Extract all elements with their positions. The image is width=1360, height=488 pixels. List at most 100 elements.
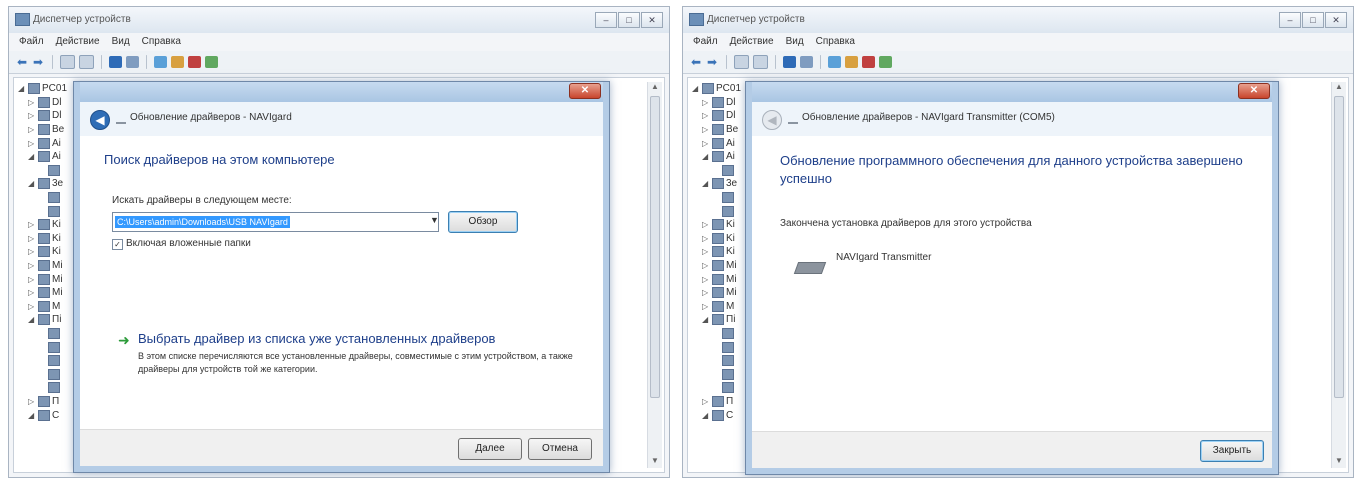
scroll-down-icon[interactable]: ▼ (1332, 456, 1346, 468)
expand-icon[interactable]: ▷ (702, 125, 710, 134)
expand-icon[interactable]: ▷ (702, 220, 710, 229)
expand-icon[interactable]: ▷ (702, 247, 710, 256)
collapse-icon[interactable]: ◢ (702, 315, 710, 324)
include-subfolders-checkbox[interactable]: ✓ (112, 239, 123, 250)
pick-driver-link[interactable]: Выбрать драйвер из списка уже установлен… (138, 331, 495, 346)
next-button[interactable]: Далее (458, 438, 522, 460)
device-category-icon (712, 246, 724, 258)
back-arrow-icon[interactable]: ⬅ (17, 56, 29, 68)
back-button[interactable]: ◀ (762, 110, 782, 130)
forward-arrow-icon[interactable]: ➡ (707, 56, 719, 68)
menu-file[interactable]: Файл (693, 33, 718, 51)
expand-icon[interactable]: ▷ (702, 234, 710, 243)
vertical-scrollbar[interactable]: ▲ ▼ (647, 82, 662, 468)
toolbar-separator (726, 55, 727, 69)
menu-view[interactable]: Вид (112, 33, 130, 51)
cancel-button[interactable]: Отмена (528, 438, 592, 460)
driver-path-input[interactable]: C:\Users\admin\Downloads\USB NAVIgard (112, 212, 439, 232)
console-tree-icon[interactable] (79, 55, 94, 69)
collapse-icon[interactable]: ◢ (18, 84, 26, 93)
dialog-title: Обновление драйверов - NAVIgard (130, 112, 292, 123)
collapse-icon[interactable]: ◢ (692, 84, 700, 93)
help-icon[interactable] (783, 56, 796, 68)
scroll-thumb[interactable] (650, 96, 660, 398)
expand-icon[interactable]: ▷ (702, 261, 710, 270)
uninstall-icon[interactable] (188, 56, 201, 68)
expand-icon[interactable]: ▷ (28, 275, 36, 284)
minimize-button[interactable]: – (1279, 12, 1301, 28)
collapse-icon[interactable]: ◢ (28, 179, 36, 188)
expand-icon[interactable]: ▷ (702, 139, 710, 148)
view-icon[interactable] (800, 56, 813, 68)
device-category-icon (712, 409, 724, 421)
help-icon[interactable] (109, 56, 122, 68)
expand-icon[interactable]: ▷ (28, 220, 36, 229)
scan-hardware-icon[interactable] (828, 56, 841, 68)
dialog-body: Поиск драйверов на этом компьютере Искат… (80, 136, 603, 466)
forward-arrow-icon[interactable]: ➡ (33, 56, 45, 68)
expand-icon[interactable]: ▷ (28, 98, 36, 107)
back-arrow-icon[interactable]: ⬅ (691, 56, 703, 68)
menu-action[interactable]: Действие (56, 33, 100, 51)
expand-icon[interactable]: ▷ (28, 125, 36, 134)
expand-icon[interactable]: ▷ (702, 98, 710, 107)
minimize-button[interactable]: – (595, 12, 617, 28)
update-driver-icon[interactable] (845, 56, 858, 68)
close-window-button[interactable]: ✕ (1325, 12, 1347, 28)
device-category-icon (712, 178, 724, 190)
chevron-down-icon[interactable]: ▼ (430, 215, 439, 225)
enable-device-icon[interactable] (205, 56, 218, 68)
dialog-close-button[interactable]: ✕ (569, 83, 601, 99)
expand-icon[interactable]: ▷ (28, 302, 36, 311)
console-tree-icon[interactable] (753, 55, 768, 69)
menu-help[interactable]: Справка (142, 33, 181, 51)
expand-icon[interactable]: ▷ (28, 139, 36, 148)
properties-icon[interactable] (734, 55, 749, 69)
menu-help[interactable]: Справка (816, 33, 855, 51)
close-button[interactable]: Закрыть (1200, 440, 1264, 462)
maximize-button[interactable]: □ (1302, 12, 1324, 28)
device-icon (722, 368, 734, 380)
back-button[interactable]: ◀ (90, 110, 110, 130)
scan-hardware-icon[interactable] (154, 56, 167, 68)
menu-file[interactable]: Файл (19, 33, 44, 51)
device-category-icon (712, 260, 724, 272)
expand-icon[interactable]: ▷ (702, 302, 710, 311)
device-category-icon (712, 232, 724, 244)
update-driver-icon[interactable] (171, 56, 184, 68)
expand-icon[interactable]: ▷ (28, 111, 36, 120)
menu-view[interactable]: Вид (786, 33, 804, 51)
expand-icon[interactable]: ▷ (702, 397, 710, 406)
close-window-button[interactable]: ✕ (641, 12, 663, 28)
device-category-icon (38, 151, 50, 163)
enable-device-icon[interactable] (879, 56, 892, 68)
menu-action[interactable]: Действие (730, 33, 774, 51)
collapse-icon[interactable]: ◢ (702, 152, 710, 161)
expand-icon[interactable]: ▷ (702, 288, 710, 297)
expand-icon[interactable]: ▷ (702, 275, 710, 284)
collapse-icon[interactable]: ◢ (28, 411, 36, 420)
scroll-thumb[interactable] (1334, 96, 1344, 398)
vertical-scrollbar[interactable]: ▲ ▼ (1331, 82, 1346, 468)
expand-icon[interactable]: ▷ (702, 111, 710, 120)
properties-icon[interactable] (60, 55, 75, 69)
expand-icon[interactable]: ▷ (28, 288, 36, 297)
window-title: Диспетчер устройств (707, 14, 805, 25)
collapse-icon[interactable]: ◢ (702, 411, 710, 420)
collapse-icon[interactable]: ◢ (28, 315, 36, 324)
maximize-button[interactable]: □ (618, 12, 640, 28)
view-icon[interactable] (126, 56, 139, 68)
dialog-footer: Закрыть (752, 431, 1272, 468)
browse-button[interactable]: Обзор (448, 211, 518, 233)
uninstall-icon[interactable] (862, 56, 875, 68)
expand-icon[interactable]: ▷ (28, 397, 36, 406)
scroll-down-icon[interactable]: ▼ (648, 456, 662, 468)
expand-icon[interactable]: ▷ (28, 247, 36, 256)
scroll-up-icon[interactable]: ▲ (648, 82, 662, 94)
collapse-icon[interactable]: ◢ (28, 152, 36, 161)
expand-icon[interactable]: ▷ (28, 234, 36, 243)
scroll-up-icon[interactable]: ▲ (1332, 82, 1346, 94)
expand-icon[interactable]: ▷ (28, 261, 36, 270)
collapse-icon[interactable]: ◢ (702, 179, 710, 188)
dialog-close-button[interactable]: ✕ (1238, 83, 1270, 99)
